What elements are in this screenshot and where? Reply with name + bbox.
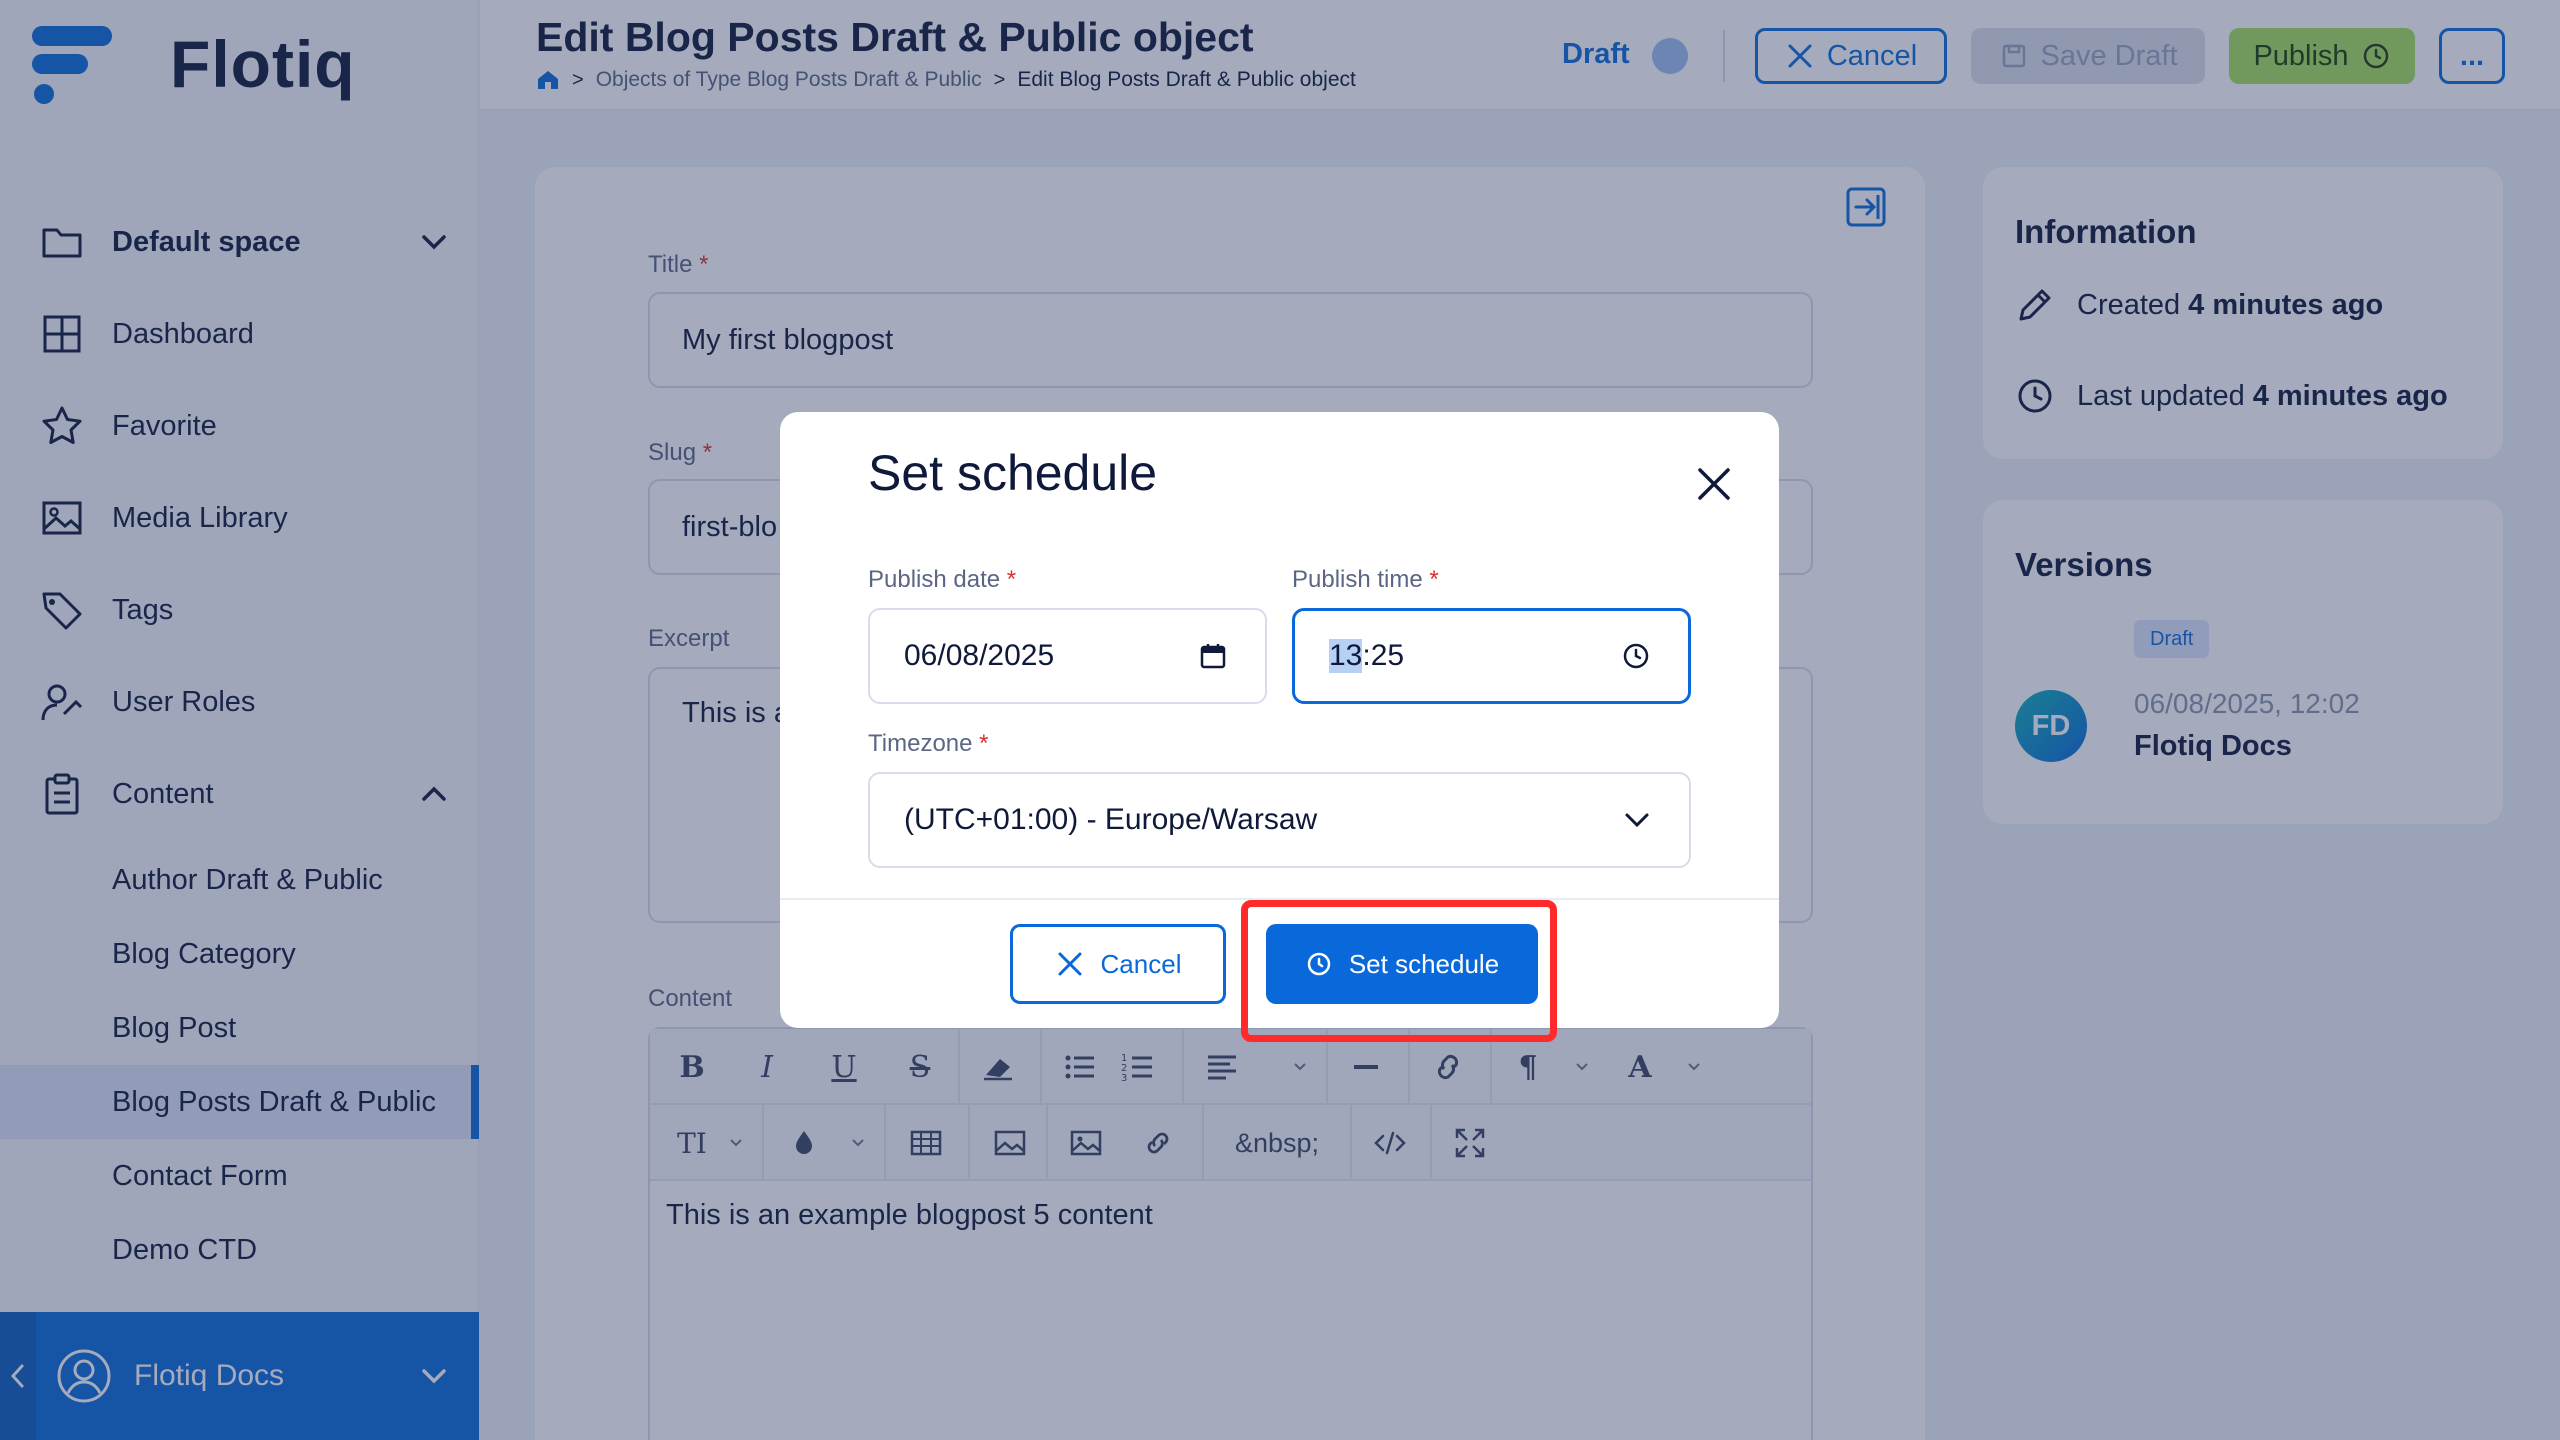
timezone-value: (UTC+01:00) - Europe/Warsaw: [904, 803, 1318, 836]
clock-icon[interactable]: [1620, 640, 1652, 672]
required-mark: *: [1006, 566, 1017, 593]
modal-cancel-button[interactable]: Cancel: [1010, 924, 1226, 1004]
modal-cancel-label: Cancel: [1100, 948, 1182, 979]
close-icon: [1058, 952, 1082, 976]
publish-time-minutes[interactable]: :25: [1362, 639, 1404, 673]
publish-time-input[interactable]: 13:25: [1292, 608, 1691, 704]
publish-time-hour[interactable]: 13: [1329, 639, 1363, 673]
publish-date-value: 06/08/2025: [904, 639, 1055, 672]
publish-date-label-text: Publish date: [868, 566, 1001, 593]
close-icon[interactable]: [1694, 464, 1734, 504]
publish-time-label: Publish time *: [1292, 566, 1439, 594]
timezone-label-text: Timezone: [868, 730, 973, 757]
timezone-label: Timezone *: [868, 730, 989, 758]
modal-title: Set schedule: [868, 445, 1158, 501]
set-schedule-label: Set schedule: [1348, 948, 1500, 979]
chevron-down-icon: [1625, 813, 1649, 828]
publish-date-input[interactable]: 06/08/2025: [868, 608, 1267, 704]
publish-time-label-text: Publish time: [1292, 566, 1423, 593]
set-schedule-modal: Set schedule Publish date * 06/08/2025 P…: [780, 412, 1779, 1042]
required-mark: *: [979, 730, 989, 757]
calendar-icon[interactable]: [1197, 640, 1229, 672]
schedule-clock-icon: [1307, 952, 1331, 976]
set-schedule-button[interactable]: Set schedule: [1266, 924, 1538, 1004]
timezone-select[interactable]: (UTC+01:00) - Europe/Warsaw: [868, 772, 1691, 868]
publish-date-label: Publish date *: [868, 566, 1016, 594]
required-mark: *: [1429, 566, 1439, 593]
